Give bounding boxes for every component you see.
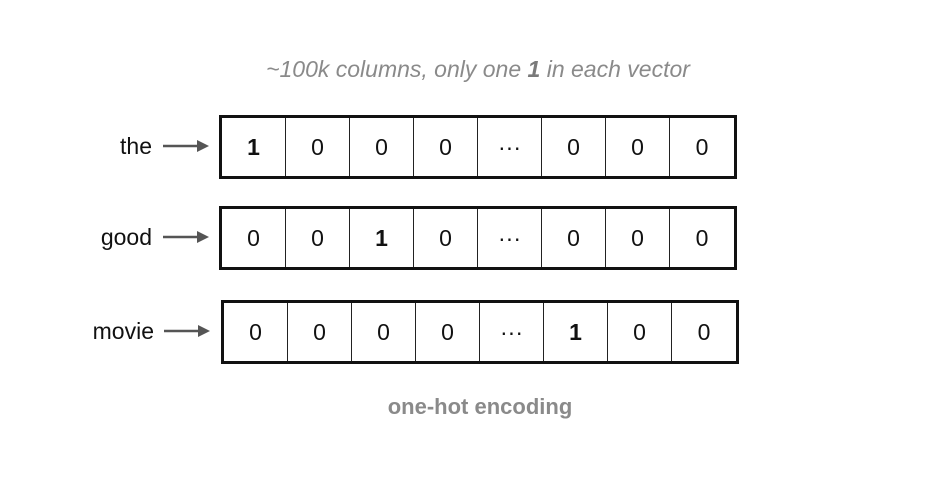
vector-row-the: the 1 0 0 0 ··· 0 0 0 bbox=[0, 115, 926, 179]
vector-cell: 0 bbox=[608, 303, 672, 361]
vector-cell-hot: 1 bbox=[350, 209, 414, 267]
vector-cell: 0 bbox=[286, 118, 350, 176]
vector-row-good: good 0 0 1 0 ··· 0 0 0 bbox=[0, 206, 926, 270]
vector-cell: 0 bbox=[695, 225, 709, 251]
diagram-title: ~100k columns, only one 1 in each vector bbox=[0, 56, 926, 83]
row-word-label: movie bbox=[92, 318, 154, 344]
vector-cell: 0 bbox=[697, 319, 711, 345]
diagram-caption: one-hot encoding bbox=[387, 394, 573, 419]
vector-cell: 0 bbox=[416, 303, 480, 361]
vector-cell-ellipsis: ··· bbox=[480, 303, 544, 361]
vector-cell: 0 bbox=[414, 118, 478, 176]
right-arrow-icon bbox=[163, 140, 209, 152]
one-hot-vector: 0 0 1 0 ··· 0 0 0 bbox=[219, 206, 737, 270]
vector-cell: 0 bbox=[350, 118, 414, 176]
vector-cell: 0 bbox=[414, 209, 478, 267]
vector-cell: 0 bbox=[224, 303, 288, 361]
vector-cell: 0 bbox=[542, 118, 606, 176]
one-hot-vector: 1 0 0 0 ··· 0 0 0 bbox=[219, 115, 737, 179]
one-hot-vector: 0 0 0 0 ··· 1 0 0 bbox=[221, 300, 739, 364]
title-text-after: in each vector bbox=[540, 56, 690, 82]
vector-cell-hot: 1 bbox=[222, 118, 286, 176]
vector-cell: 0 bbox=[695, 134, 709, 160]
right-arrow-icon bbox=[163, 231, 209, 243]
vector-row-movie: movie 0 0 0 0 ··· 1 0 0 bbox=[0, 300, 926, 364]
vector-cell-ellipsis: ··· bbox=[478, 118, 542, 176]
vector-cell: 0 bbox=[352, 303, 416, 361]
vector-cell: 0 bbox=[542, 209, 606, 267]
title-emphasis: 1 bbox=[527, 56, 541, 82]
right-arrow-icon bbox=[164, 325, 210, 337]
row-word-label: the bbox=[120, 133, 152, 159]
vector-cell: 0 bbox=[288, 303, 352, 361]
vector-cell-hot: 1 bbox=[544, 303, 608, 361]
vector-cell: 0 bbox=[606, 209, 670, 267]
title-text-before: ~100k columns, only one bbox=[266, 56, 528, 82]
vector-cell-ellipsis: ··· bbox=[478, 209, 542, 267]
vector-cell: 0 bbox=[286, 209, 350, 267]
row-word-label: good bbox=[100, 224, 152, 250]
vector-cell: 0 bbox=[606, 118, 670, 176]
vector-cell: 0 bbox=[222, 209, 286, 267]
